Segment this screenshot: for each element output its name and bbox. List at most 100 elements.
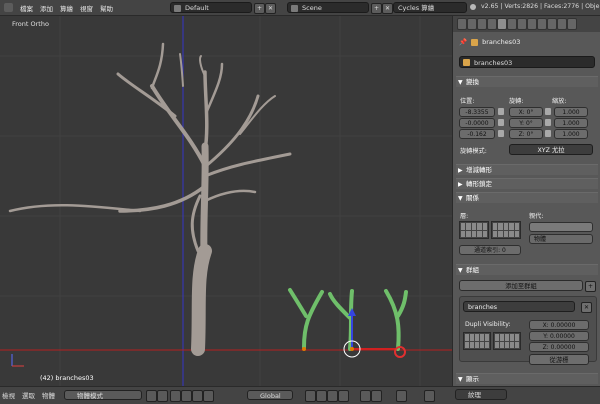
lock-icon[interactable] [498, 130, 504, 137]
tab-material[interactable] [537, 18, 547, 30]
tab-world[interactable] [477, 18, 487, 30]
layout-selector[interactable]: Default [170, 2, 252, 13]
display-type-dropdown[interactable]: 紋理 [455, 389, 507, 400]
layer-button-1[interactable] [305, 390, 316, 402]
pivot-button[interactable] [157, 390, 168, 402]
viewport-scene [0, 16, 452, 386]
rotation-z-field[interactable]: Z: 0° [509, 129, 543, 139]
render-preview-button[interactable] [396, 390, 407, 402]
tree-branches-object [8, 42, 292, 356]
parent-field[interactable] [529, 222, 593, 232]
3d-viewport[interactable]: Front Ortho (42) branches03 [0, 16, 452, 386]
display-type-value: 紋理 [468, 391, 481, 399]
transform-header[interactable]: ▼ 變換 [456, 76, 598, 87]
tab-texture[interactable] [547, 18, 557, 30]
remove-group-button[interactable]: ✕ [581, 302, 592, 313]
pass-index-field[interactable]: 通道索引: 0 [459, 245, 521, 255]
expand-icon: ▼ [458, 79, 463, 86]
tab-data[interactable] [527, 18, 537, 30]
display-header[interactable]: ▼ 顯示 [456, 373, 598, 384]
dupli-offset-y-field[interactable]: Y: 0.00000 [529, 331, 589, 341]
object-name-field[interactable]: branches03 [459, 56, 595, 68]
location-z-field[interactable]: -0.162 [459, 129, 495, 139]
group-add-icon[interactable]: + [585, 281, 596, 292]
lock-icon[interactable] [545, 119, 551, 126]
tab-particles[interactable] [557, 18, 567, 30]
dupli-offset-z-field[interactable]: Z: 0.00000 [529, 342, 589, 352]
lock-icon[interactable] [545, 130, 551, 137]
properties-panel: 📌 branches03 branches03 ▼ 變換 位置: 旋轉: 縮放:… [452, 16, 600, 386]
scale-z-field[interactable]: 1.000 [554, 129, 588, 139]
expand-icon: ▼ [458, 267, 463, 274]
layout-close-button[interactable]: ✕ [265, 3, 276, 14]
location-y-field[interactable]: -0.0000 [459, 118, 495, 128]
parent-label: 親代: [529, 213, 544, 220]
dupli-offset-x-field[interactable]: X: 0.00000 [529, 320, 589, 330]
parent-type-dropdown[interactable]: 物體 [529, 234, 593, 244]
manipulator-button[interactable] [170, 390, 181, 402]
rotation-label: 旋轉: [509, 98, 524, 105]
layout-icon [174, 5, 181, 12]
scene-stats: v2.65 | Verts:2826 | Faces:2776 | Obje [481, 3, 600, 10]
relations-header[interactable]: ▼ 關係 [456, 192, 598, 203]
scene-add-button[interactable]: + [371, 3, 382, 14]
groups-title: 群組 [466, 266, 479, 274]
tab-physics[interactable] [567, 18, 577, 30]
origin-dot-2 [350, 347, 354, 351]
scene-selector[interactable]: Scene [287, 2, 369, 13]
menu-window[interactable]: 視窗 [80, 3, 93, 13]
tab-render[interactable] [457, 18, 467, 30]
shading-button[interactable] [146, 390, 157, 402]
transform-locks-header[interactable]: ▶ 轉形鎖定 [456, 178, 598, 189]
snap-button[interactable] [360, 390, 371, 402]
layer-grid-left[interactable] [459, 221, 489, 239]
group-name-field[interactable]: branches [463, 301, 575, 312]
rotation-y-field[interactable]: Y: 0° [509, 118, 543, 128]
layer-button-3[interactable] [327, 390, 338, 402]
translate-button[interactable] [181, 390, 192, 402]
tab-constraints[interactable] [507, 18, 517, 30]
layer-grid-right[interactable] [491, 221, 521, 239]
layout-add-button[interactable]: + [254, 3, 265, 14]
location-x-field[interactable]: -8.3355 [459, 107, 495, 117]
scale-button[interactable] [203, 390, 214, 402]
menu-view[interactable]: 檢視 [2, 390, 15, 400]
scale-x-field[interactable]: 1.000 [554, 107, 588, 117]
scale-y-field[interactable]: 1.000 [554, 118, 588, 128]
add-to-group-button[interactable]: 添加至群組 [459, 280, 583, 291]
dupli-layer-grid-left[interactable] [463, 332, 491, 350]
from-cursor-button[interactable]: 從游標 [529, 354, 589, 365]
editor-type-icon[interactable] [4, 3, 13, 12]
collapse-icon: ▶ [458, 167, 463, 174]
render-button[interactable] [424, 390, 435, 402]
menu-add[interactable]: 添加 [40, 3, 53, 13]
tab-object[interactable] [497, 18, 507, 30]
tab-modifiers[interactable] [517, 18, 527, 30]
dupli-layer-grid-right[interactable] [493, 332, 521, 350]
delta-transform-header[interactable]: ▶ 增減轉形 [456, 164, 598, 175]
mode-selector[interactable]: 物體模式 [64, 390, 142, 400]
snap-element-button[interactable] [371, 390, 382, 402]
orientation-selector[interactable]: Global [247, 390, 293, 400]
rotation-x-field[interactable]: X: 0° [509, 107, 543, 117]
menu-object[interactable]: 物體 [42, 390, 55, 400]
render-engine-selector[interactable]: Cycles 算繪 [393, 2, 467, 13]
lock-icon[interactable] [498, 108, 504, 115]
scene-close-button[interactable]: ✕ [382, 3, 393, 14]
tab-layers[interactable] [487, 18, 497, 30]
menu-file[interactable]: 檔案 [20, 3, 33, 13]
menu-render[interactable]: 算繪 [60, 3, 73, 13]
scene-name: Scene [302, 4, 322, 12]
menu-help[interactable]: 幫助 [100, 3, 113, 13]
tab-scene[interactable] [467, 18, 477, 30]
lock-icon[interactable] [498, 119, 504, 126]
groups-header[interactable]: ▼ 群組 [456, 264, 598, 275]
layer-button-4[interactable] [338, 390, 349, 402]
rotation-mode-dropdown[interactable]: XYZ 尤拉 [509, 144, 593, 155]
menu-select[interactable]: 選取 [22, 390, 35, 400]
lock-icon[interactable] [545, 108, 551, 115]
pin-icon[interactable]: 📌 [459, 38, 467, 46]
rotate-button[interactable] [192, 390, 203, 402]
relations-title: 關係 [466, 194, 479, 202]
layer-button-2[interactable] [316, 390, 327, 402]
